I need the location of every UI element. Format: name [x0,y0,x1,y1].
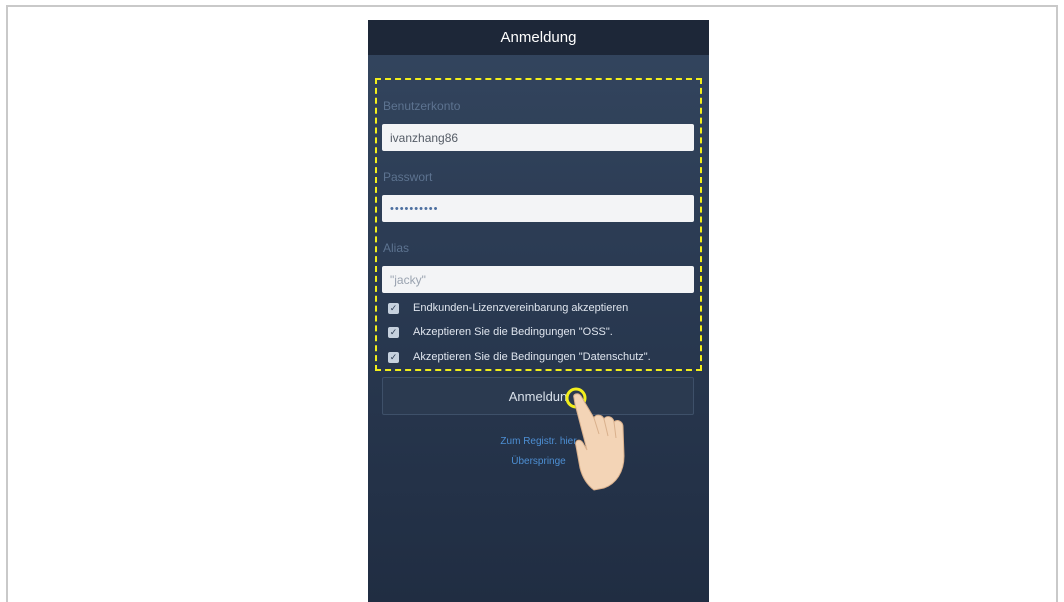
agreement-oss[interactable]: ✓ Akzeptieren Sie die Bedingungen "OSS". [388,326,613,338]
checkbox-checked-icon[interactable]: ✓ [388,302,399,314]
tap-hand-icon [565,387,625,491]
account-label: Benutzerkonto [383,99,461,113]
agreement-label: Endkunden-Lizenzvereinbarung akzeptieren [413,302,629,314]
checkbox-checked-icon[interactable]: ✓ [388,326,399,338]
page-title: Anmeldung [500,29,577,46]
alias-placeholder: "jacky" [390,272,426,287]
skip-link[interactable]: Überspringe [368,456,709,467]
alias-field[interactable]: "jacky" [382,266,694,293]
agreement-label: Akzeptieren Sie die Bedingungen "OSS". [413,326,613,338]
login-button[interactable]: Anmeldun [382,377,694,415]
agreement-eula[interactable]: ✓ Endkunden-Lizenzvereinbarung akzeptier… [388,302,628,314]
phone-screen: Anmeldung Benutzerkonto ivanzhang86 Pass… [368,20,709,602]
agreement-label: Akzeptieren Sie die Bedingungen "Datensc… [413,351,651,363]
nav-bar: Anmeldung [368,20,709,55]
password-value: •••••••••• [390,202,439,215]
login-button-label: Anmeldun [508,388,568,404]
account-field[interactable]: ivanzhang86 [382,124,694,151]
checkbox-checked-icon[interactable]: ✓ [388,351,399,363]
alias-label: Alias [383,241,410,255]
register-link[interactable]: Zum Registr. hier [368,436,709,447]
password-label: Passwort [383,170,433,184]
agreement-privacy[interactable]: ✓ Akzeptieren Sie die Bedingungen "Daten… [388,351,651,363]
password-field[interactable]: •••••••••• [382,195,694,222]
account-value: ivanzhang86 [390,130,459,145]
